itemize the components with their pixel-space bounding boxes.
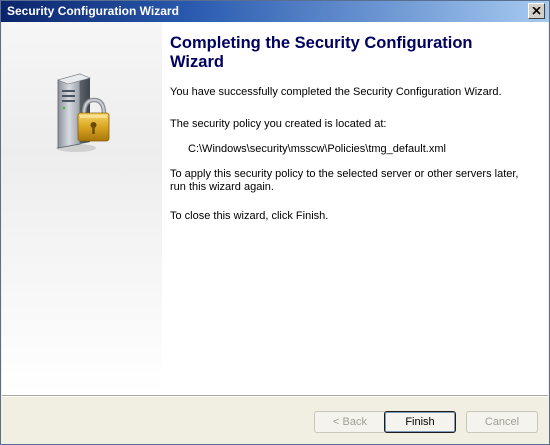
location-label: The security policy you created is locat… (170, 118, 387, 130)
side-panel (2, 22, 162, 395)
finish-button[interactable]: Finish (384, 411, 456, 433)
server-lock-icon (56, 73, 110, 152)
back-button[interactable]: < Back (314, 411, 386, 433)
footer-divider-highlight (2, 396, 548, 397)
apply-instructions: To apply this security policy to the sel… (170, 168, 519, 193)
page-title: Completing the Security Configuration Wi… (170, 34, 473, 71)
title-bar[interactable]: Security Configuration Wizard (1, 1, 549, 22)
close-icon (532, 7, 541, 15)
window-title: Security Configuration Wizard (7, 4, 179, 18)
success-text: You have successfully completed the Secu… (170, 86, 502, 98)
cancel-button[interactable]: Cancel (466, 411, 538, 433)
policy-path: C:\Windows\security\msscw\Policies\tmg_d… (188, 143, 446, 155)
wizard-window: Security Configuration Wizard Completing… (0, 0, 550, 445)
close-instructions: To close this wizard, click Finish. (170, 210, 329, 222)
wizard-content: Completing the Security Configuration Wi… (2, 22, 548, 395)
close-button[interactable] (528, 3, 545, 19)
